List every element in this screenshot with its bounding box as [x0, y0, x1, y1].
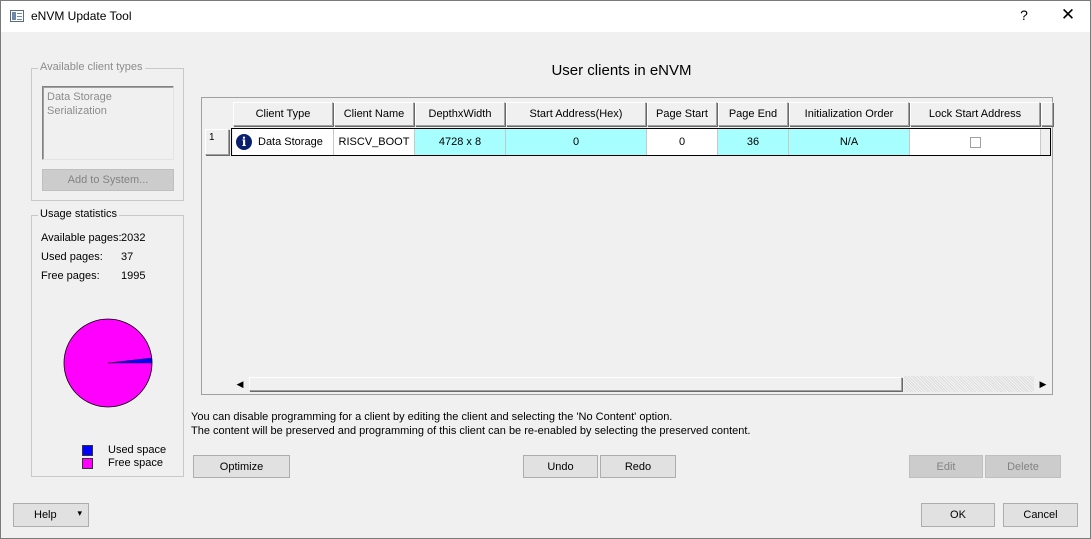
column-header-lock-start-address[interactable]: Lock Start Address — [910, 102, 1040, 126]
cell-client-type: Data Storage — [258, 136, 323, 148]
table-row[interactable]: i Data Storage — [233, 129, 334, 155]
client-type-item[interactable]: Serialization — [43, 104, 173, 118]
cell-page-end[interactable]: 36 — [718, 129, 789, 155]
edit-button[interactable]: Edit — [909, 455, 983, 478]
free-space-swatch — [82, 458, 93, 469]
scroll-left-arrow-icon[interactable]: ◀ — [232, 376, 248, 392]
close-icon[interactable]: ✕ — [1056, 5, 1080, 25]
client-type-item[interactable]: Data Storage — [43, 90, 173, 104]
available-pages-value: 2032 — [121, 232, 146, 244]
cell-depth-width[interactable]: 4728 x 8 — [415, 129, 506, 155]
client-types-listbox[interactable]: Data Storage Serialization — [42, 86, 174, 160]
scrollbar-thumb[interactable] — [249, 377, 902, 391]
available-pages-label: Available pages: — [41, 232, 122, 244]
cell-lock-start-address[interactable] — [910, 129, 1041, 155]
column-header-depth-width[interactable]: DepthxWidth — [415, 102, 505, 126]
help-button-label: Help — [34, 509, 57, 521]
scroll-right-arrow-icon[interactable]: ▶ — [1035, 376, 1051, 392]
undo-button[interactable]: Undo — [523, 455, 598, 478]
app-icon — [10, 10, 24, 22]
column-header-filler — [1041, 102, 1053, 126]
free-pages-value: 1995 — [121, 270, 146, 282]
free-pages-label: Free pages: — [41, 270, 100, 282]
usage-statistics-group: Usage statistics Available pages: 2032 U… — [31, 208, 184, 477]
info-text-line-2: The content will be preserved and progra… — [191, 425, 751, 437]
help-question-icon[interactable]: ? — [1014, 7, 1034, 23]
envm-update-tool-window: eNVM Update Tool ? ✕ Available client ty… — [0, 0, 1091, 539]
clients-table: Client Type Client Name DepthxWidth Star… — [201, 97, 1053, 395]
used-pages-label: Used pages: — [41, 251, 103, 263]
delete-button[interactable]: Delete — [985, 455, 1061, 478]
row-number[interactable]: 1 — [205, 129, 229, 155]
chevron-down-icon: ▾ — [77, 508, 82, 518]
redo-button[interactable]: Redo — [600, 455, 676, 478]
scrollbar-track[interactable] — [904, 376, 1034, 392]
optimize-button[interactable]: Optimize — [193, 455, 290, 478]
cell-start-address[interactable]: 0 — [506, 129, 647, 155]
window-title: eNVM Update Tool — [31, 9, 132, 23]
available-client-types-group: Available client types Data Storage Seri… — [31, 61, 184, 201]
column-header-client-type[interactable]: Client Type — [233, 102, 333, 126]
column-header-page-end[interactable]: Page End — [718, 102, 788, 126]
info-text-line-1: You can disable programming for a client… — [191, 411, 673, 423]
column-header-start-address[interactable]: Start Address(Hex) — [506, 102, 646, 126]
column-header-initialization-order[interactable]: Initialization Order — [789, 102, 909, 126]
usage-statistics-legend: Usage statistics — [38, 208, 120, 220]
used-space-swatch — [82, 445, 93, 456]
column-header-page-start[interactable]: Page Start — [647, 102, 717, 126]
page-title: User clients in eNVM — [551, 62, 692, 79]
free-space-legend-label: Free space — [108, 457, 164, 469]
cell-client-name[interactable]: RISCV_BOOT — [334, 129, 415, 155]
used-space-legend-label: Used space — [108, 444, 167, 456]
cell-page-start[interactable]: 0 — [647, 129, 718, 155]
cancel-button[interactable]: Cancel — [1003, 503, 1078, 527]
used-pages-value: 37 — [121, 251, 134, 263]
title-bar: eNVM Update Tool ? ✕ — [1, 1, 1090, 32]
horizontal-scrollbar[interactable]: ◀ ▶ — [232, 376, 1052, 392]
lock-start-address-checkbox[interactable] — [969, 136, 981, 148]
add-to-system-button[interactable]: Add to System... — [42, 169, 174, 191]
help-button[interactable]: Help ▾ — [13, 503, 89, 527]
column-header-client-name[interactable]: Client Name — [334, 102, 414, 126]
ok-button[interactable]: OK — [921, 503, 995, 527]
usage-pie-chart — [63, 318, 153, 408]
cell-init-order[interactable]: N/A — [789, 129, 910, 155]
info-icon: i — [236, 134, 252, 150]
